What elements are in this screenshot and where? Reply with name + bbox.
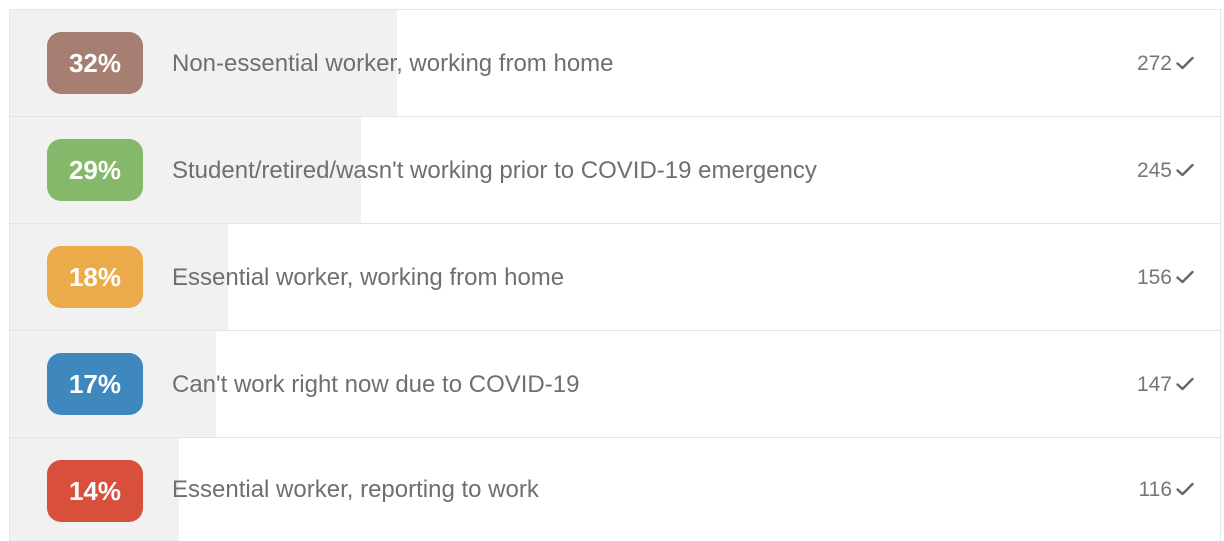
checkmark-icon [1176,163,1194,177]
vote-count: 156 [1136,266,1172,289]
option-label: Non-essential worker, working from home [172,50,614,77]
checkmark-icon [1176,56,1194,70]
vote-count: 116 [1138,478,1172,501]
percent-badge: 32% [47,32,143,94]
poll-option-row[interactable]: 32% Non-essential worker, working from h… [10,10,1220,117]
percent-badge: 14% [47,460,143,522]
poll-results: 32% Non-essential worker, working from h… [9,9,1221,541]
option-label: Student/retired/wasn't working prior to … [172,157,817,184]
option-label: Can't work right now due to COVID-19 [172,371,580,398]
checkmark-icon [1176,482,1194,496]
percent-badge: 29% [47,139,143,201]
vote-count: 245 [1136,159,1172,182]
poll-option-row[interactable]: 14% Essential worker, reporting to work … [10,438,1220,541]
percent-badge: 17% [47,353,143,415]
checkmark-icon [1176,377,1194,391]
checkmark-icon [1176,270,1194,284]
vote-count: 147 [1136,373,1172,396]
poll-option-row[interactable]: 29% Student/retired/wasn't working prior… [10,117,1220,224]
option-label: Essential worker, reporting to work [172,476,539,503]
option-label: Essential worker, working from home [172,264,565,291]
percent-badge: 18% [47,246,143,308]
vote-count: 272 [1136,52,1172,75]
poll-option-row[interactable]: 17% Can't work right now due to COVID-19… [10,331,1220,438]
poll-option-row[interactable]: 18% Essential worker, working from home … [10,224,1220,331]
